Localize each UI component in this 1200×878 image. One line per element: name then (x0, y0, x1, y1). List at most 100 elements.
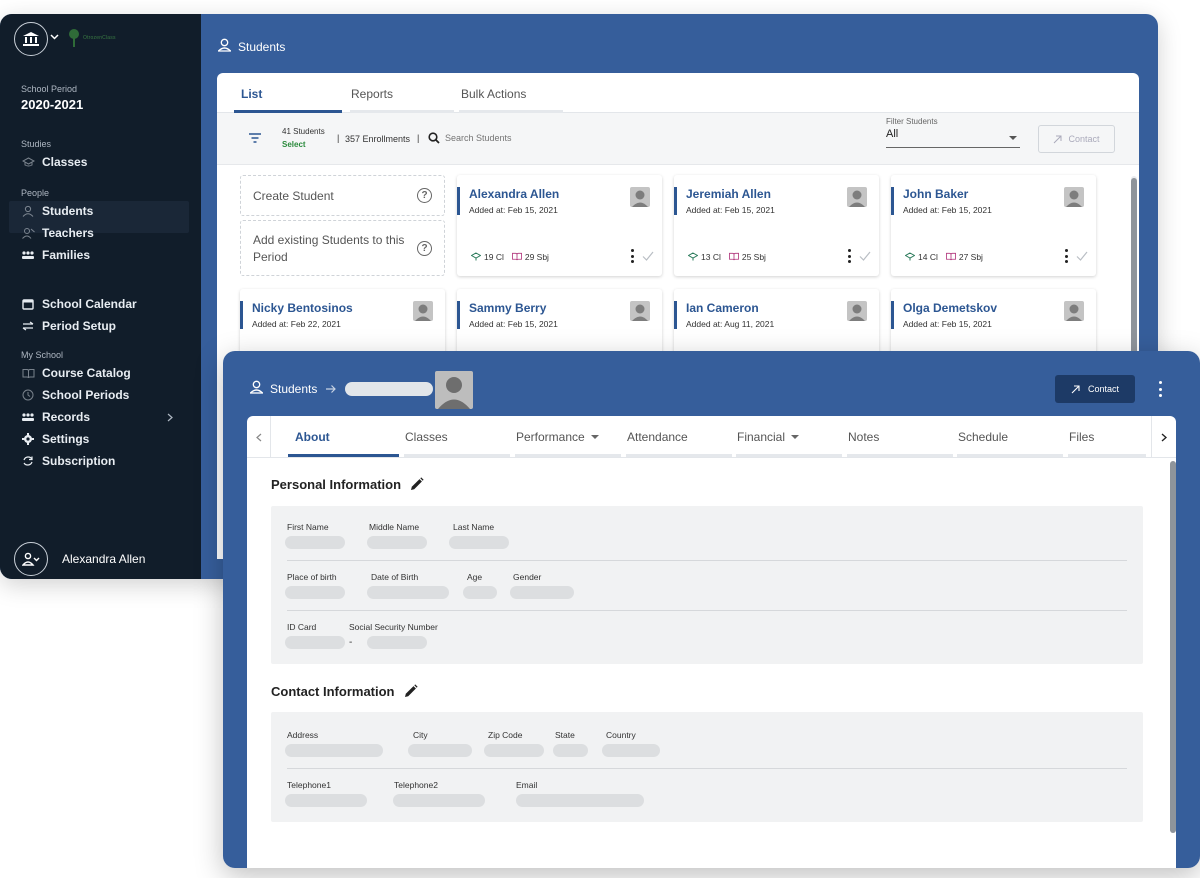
address-value[interactable] (285, 744, 383, 757)
add-existing-label: Add existing Students to this Period (253, 233, 405, 264)
sidebar-item-families[interactable]: Families (21, 246, 90, 264)
tabs-scroll-right[interactable] (1151, 416, 1176, 458)
tab-about[interactable]: About (295, 430, 330, 444)
last-name-value[interactable] (449, 536, 509, 549)
check-icon[interactable] (1076, 250, 1088, 262)
zip-code-label: Zip Code (488, 730, 523, 740)
chevron-down-icon[interactable] (50, 32, 59, 41)
tab-classes[interactable]: Classes (405, 430, 448, 444)
sidebar-item-students[interactable]: Students (21, 202, 93, 220)
student-card[interactable]: Alexandra Allen Added at: Feb 15, 2021 1… (457, 175, 662, 276)
student-card[interactable]: John Baker Added at: Feb 15, 2021 14 Cl … (891, 175, 1096, 276)
contact-button[interactable]: Contact (1038, 125, 1115, 153)
student-name[interactable]: Nicky Bentosinos (252, 301, 353, 315)
tab-schedule[interactable]: Schedule (958, 430, 1008, 444)
contact-button[interactable]: Contact (1055, 375, 1135, 403)
user-menu[interactable]: Alexandra Allen (14, 542, 145, 576)
divider (287, 610, 1127, 611)
search-icon[interactable] (428, 132, 440, 144)
tab-indicator (404, 454, 510, 457)
scrollbar-thumb[interactable] (1131, 178, 1137, 378)
telephone2-value[interactable] (393, 794, 485, 807)
gender-value[interactable] (510, 586, 574, 599)
tab-attendance[interactable]: Attendance (627, 430, 688, 444)
sidebar-item-label: Subscription (42, 454, 116, 468)
edit-pencil-icon[interactable] (403, 684, 418, 699)
ssn-value[interactable] (367, 636, 427, 649)
place-of-birth-value[interactable] (285, 586, 345, 599)
more-vertical-icon[interactable] (1158, 381, 1162, 397)
tab-list[interactable]: List (241, 87, 262, 101)
zip-code-value[interactable] (484, 744, 544, 757)
first-name-value[interactable] (285, 536, 345, 549)
filter-bar: 41 Students Select | 357 Enrollments | F… (217, 113, 1139, 165)
telephone1-value[interactable] (285, 794, 367, 807)
tab-performance[interactable]: Performance (516, 430, 599, 444)
edit-pencil-icon[interactable] (409, 477, 424, 492)
person-silhouette-icon (1066, 190, 1082, 207)
create-student-card[interactable]: Create Student ? (240, 175, 445, 216)
tab-bulk-actions[interactable]: Bulk Actions (461, 87, 526, 101)
sidebar-item-classes[interactable]: Classes (21, 153, 87, 171)
sidebar-item-label: Records (42, 410, 91, 424)
sidebar-item-school-calendar[interactable]: School Calendar (21, 295, 137, 313)
id-card-label: ID Card (287, 622, 317, 632)
tab-reports[interactable]: Reports (351, 87, 393, 101)
scrollbar-thumb[interactable] (1170, 461, 1176, 833)
student-name[interactable]: Sammy Berry (469, 301, 546, 315)
tabs-scroll-left[interactable] (247, 416, 271, 458)
city-value[interactable] (408, 744, 472, 757)
state-value[interactable] (553, 744, 588, 757)
more-vertical-icon[interactable] (1064, 249, 1068, 263)
country-value[interactable] (602, 744, 660, 757)
sidebar-item-records[interactable]: Records (21, 408, 181, 426)
more-vertical-icon[interactable] (847, 249, 851, 263)
avatar (14, 542, 48, 576)
filter-students-select[interactable]: All (886, 128, 1020, 148)
select-link[interactable]: Select (282, 140, 306, 149)
dropdown-caret-icon (1009, 136, 1017, 140)
sidebar-item-course-catalog[interactable]: Course Catalog (21, 364, 131, 382)
student-card[interactable]: Jeremiah Allen Added at: Feb 15, 2021 13… (674, 175, 879, 276)
user-name: Alexandra Allen (62, 552, 146, 566)
help-icon[interactable]: ? (417, 188, 432, 203)
school-logo-button[interactable] (14, 22, 48, 56)
email-value[interactable] (516, 794, 644, 807)
student-name[interactable]: Ian Cameron (686, 301, 759, 315)
sidebar-item-subscription[interactable]: Subscription (21, 452, 115, 470)
check-icon[interactable] (642, 250, 654, 262)
filter-icon[interactable] (249, 133, 261, 143)
date-of-birth-value[interactable] (367, 586, 449, 599)
sidebar-item-period-setup[interactable]: Period Setup (21, 317, 116, 335)
sidebar-item-settings[interactable]: Settings (21, 430, 89, 448)
age-value[interactable] (463, 586, 497, 599)
student-name[interactable]: John Baker (903, 187, 968, 201)
student-name[interactable]: Alexandra Allen (469, 187, 559, 201)
check-icon[interactable] (859, 250, 871, 262)
add-existing-students-card[interactable]: Add existing Students to this Period ? (240, 220, 445, 276)
middle-name-value[interactable] (367, 536, 427, 549)
tab-files[interactable]: Files (1069, 430, 1094, 444)
detail-tabs: About Classes Performance Attendance Fin… (247, 416, 1176, 458)
sidebar-item-teachers[interactable]: Teachers (21, 224, 94, 242)
tab-notes[interactable]: Notes (848, 430, 879, 444)
personal-information-box: First Name Middle Name Last Name Place o… (271, 506, 1143, 664)
breadcrumb-students[interactable]: Students (270, 382, 317, 396)
brand-text: OtrozenClass (83, 35, 116, 41)
school-period-value[interactable]: 2020-2021 (21, 97, 83, 112)
student-name[interactable]: Jeremiah Allen (686, 187, 771, 201)
contact-label: Contact (1068, 134, 1100, 144)
student-name[interactable]: Olga Demetskov (903, 301, 997, 315)
book-icon (511, 252, 522, 261)
id-card-value[interactable] (285, 636, 345, 649)
chevron-right-icon (1161, 432, 1167, 442)
gender-label: Gender (513, 572, 542, 582)
search-input[interactable] (445, 129, 625, 147)
tab-financial[interactable]: Financial (737, 430, 800, 444)
subjects-count: 29 Sbj (524, 252, 549, 262)
clock-icon (22, 389, 34, 401)
more-vertical-icon[interactable] (630, 249, 634, 263)
sidebar-item-school-periods[interactable]: School Periods (21, 386, 129, 404)
help-icon[interactable]: ? (417, 241, 432, 256)
page-title-text: Students (238, 39, 286, 54)
